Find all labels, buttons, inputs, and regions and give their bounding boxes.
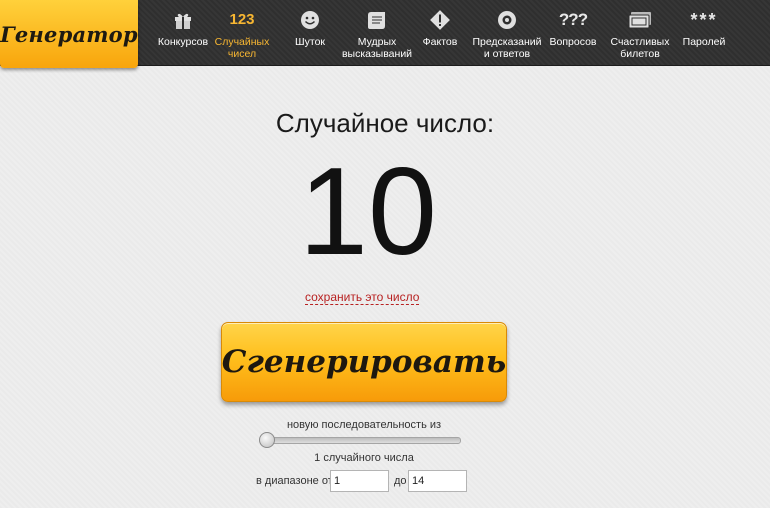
question-icon: ??? [558,10,588,29]
nav-label: Вопросов [549,36,597,48]
range-to-label: до [394,475,407,487]
sequence-label: новую последовательность из [286,419,442,431]
nav-item-passwords[interactable]: *** Паролей [678,0,730,66]
count-slider-track[interactable] [262,437,461,444]
range-from-input[interactable] [330,470,389,492]
nav-item-quotes[interactable]: Мудрых высказываний [336,0,418,66]
number-icon: 123 [229,11,255,28]
nav-item-facts[interactable]: Фактов [420,0,460,66]
nav-item-jokes[interactable]: Шуток [288,0,332,66]
warning-icon [429,6,451,34]
generate-button[interactable]: Сгенерировать [221,322,507,402]
nav-label: Паролей [682,36,726,48]
password-icon: *** [690,10,718,30]
nav-label: Случайных [214,36,270,48]
page-title: Случайное число: [275,108,495,138]
nav-item-random-numbers[interactable]: 123 Случайных чисел [214,0,270,66]
range-from-label: в диапазоне от [256,475,333,487]
range-row: в диапазоне от до [0,470,770,492]
smile-icon [300,6,320,34]
save-number-link[interactable]: сохранить это число [305,290,420,305]
nav-item-contests[interactable]: Конкурсов [150,0,216,66]
gift-icon [173,6,193,34]
nav-label: Мудрых [357,36,397,48]
logo[interactable]: Генератор [0,0,138,68]
ticket-icon [627,6,653,34]
nav-label: Конкурсов [157,36,209,48]
count-slider-handle[interactable] [259,432,275,448]
nav-label: Счастливых [610,36,670,48]
nav-item-questions[interactable]: ??? Вопросов [548,0,598,66]
top-navigation: Генератор Конкурсов 123 Случайных чисел … [0,0,770,68]
count-label: 1 случайного числа [314,452,414,464]
eight-ball-icon [497,6,517,34]
nav-label: Фактов [422,36,458,48]
nav-label: чисел [227,48,257,60]
range-to-input[interactable] [408,470,467,492]
nav-item-predictions[interactable]: Предсказаний и ответов [472,0,542,66]
random-number-result: 10 [299,143,437,281]
nav-label: и ответов [483,48,531,60]
nav-label: Предсказаний [472,36,542,48]
nav-label: Шуток [295,36,325,48]
nav-item-tickets[interactable]: Счастливых билетов [604,0,676,66]
nav-label: высказываний [341,48,413,60]
scroll-icon [366,6,388,34]
nav-label: билетов [620,48,660,60]
